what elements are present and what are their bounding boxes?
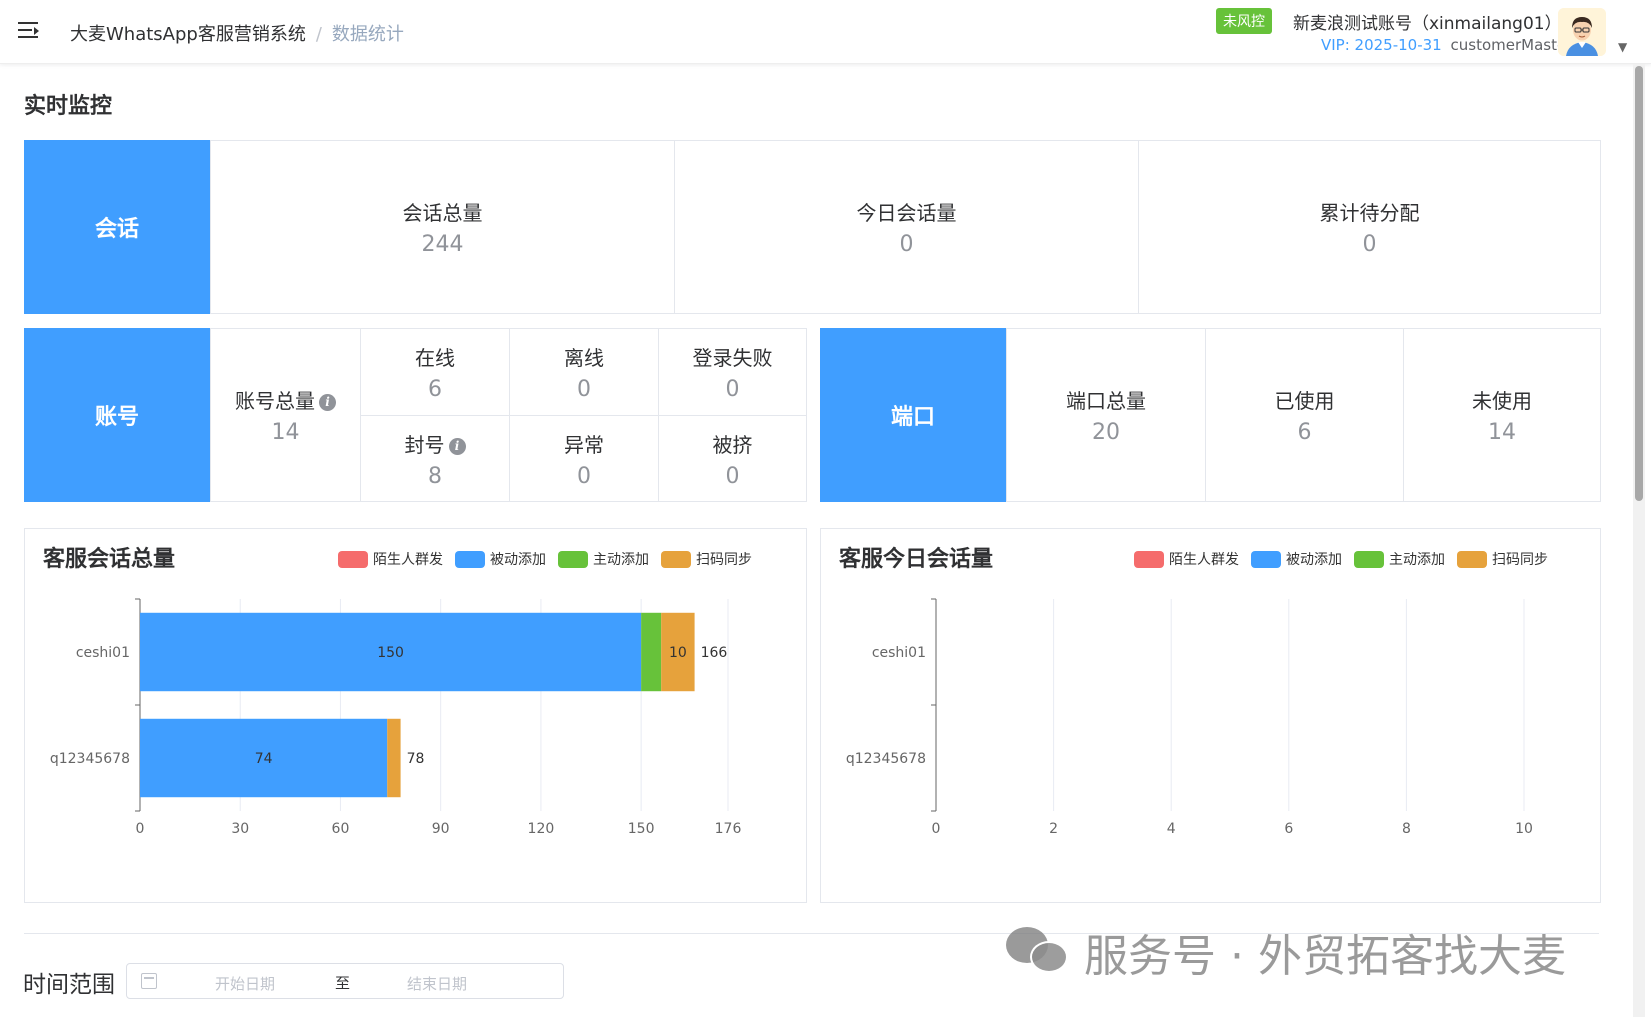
info-icon[interactable]: i	[319, 394, 336, 411]
dropdown-caret-icon[interactable]: ▼	[1618, 40, 1627, 54]
account-offline-label: 离线	[564, 346, 604, 370]
session-header-tile: 会话	[24, 140, 210, 314]
end-date-input[interactable]: 结束日期	[407, 973, 467, 994]
port-used-value: 6	[1297, 420, 1312, 445]
section-title: 实时监控	[24, 94, 113, 119]
y-tick-label: ceshi01	[872, 645, 926, 661]
session-pending-value: 0	[1362, 232, 1377, 257]
x-tick-label: 8	[1402, 821, 1411, 837]
scrollbar[interactable]	[1633, 64, 1645, 1017]
avatar[interactable]	[1558, 8, 1606, 56]
account-total-label: 账号总量	[235, 389, 315, 413]
account-online-label: 在线	[415, 346, 455, 370]
account-kicked-card: 被挤 0	[658, 415, 807, 502]
scrollbar-thumb[interactable]	[1635, 66, 1643, 501]
session-today-value: 0	[899, 232, 914, 257]
port-used-label: 已使用	[1274, 389, 1335, 413]
x-tick-label: 30	[231, 821, 249, 837]
port-total-label: 端口总量	[1066, 389, 1146, 413]
port-unused-label: 未使用	[1472, 389, 1532, 413]
account-login-fail-value: 0	[725, 377, 740, 402]
session-today-label: 今日会话量	[856, 201, 957, 225]
account-kicked-value: 0	[725, 463, 740, 489]
account-abnormal-label: 异常	[564, 432, 604, 457]
bar-total-label: 166	[701, 645, 728, 661]
top-header: 大麦WhatsApp客服营销系统 / 数据统计 未风控 新麦浪测试账号（xinmai…	[0, 0, 1651, 64]
menu-toggle-icon[interactable]	[18, 20, 40, 40]
x-tick-label: 176	[715, 821, 742, 837]
x-tick-label: 0	[932, 821, 941, 837]
port-used-card: 已使用 6	[1205, 328, 1404, 502]
x-tick-label: 6	[1284, 821, 1293, 837]
breadcrumb-current: 数据统计	[331, 24, 404, 45]
account-header-tile: 账号	[24, 328, 210, 502]
y-tick-label: ceshi01	[76, 645, 130, 661]
account-banned-label-row: 封号 i	[405, 429, 466, 458]
watermark: 服务号 · 外贸拓客找大麦	[1006, 920, 1566, 984]
chart-plot-total: 0 30 60 90 120 150 176 ceshi01 150 10 166 q12345678…	[50, 598, 742, 837]
session-pending-card: 累计待分配 0	[1138, 140, 1601, 314]
port-header-tile: 端口	[820, 328, 1006, 502]
account-online-value: 6	[428, 377, 442, 402]
account-name: 新麦浪测试账号（xinmailang01）	[1293, 14, 1562, 34]
start-date-input[interactable]: 开始日期	[215, 973, 275, 994]
breadcrumb-separator: /	[315, 24, 322, 45]
risk-status-badge: 未风控	[1216, 8, 1272, 34]
account-offline-card: 离线 0	[509, 328, 659, 416]
account-offline-value: 0	[577, 377, 591, 402]
x-tick-label: 90	[432, 821, 450, 837]
chart-plot-today: 0 2 4 6 8 10 ceshi01 q12345678	[846, 598, 1533, 837]
bar-segment	[387, 718, 401, 798]
y-tick-label: q12345678	[846, 751, 926, 767]
session-total-value: 244	[421, 232, 464, 257]
breadcrumb-app[interactable]: 大麦WhatsApp客服营销系统	[70, 24, 306, 45]
account-total-value: 14	[271, 420, 300, 445]
session-pending-label: 累计待分配	[1319, 201, 1420, 225]
time-range-label: 时间范围	[23, 972, 115, 998]
port-total-value: 20	[1092, 420, 1120, 445]
account-login-fail-card: 登录失败 0	[658, 328, 807, 416]
calendar-icon	[141, 973, 157, 989]
bar-total-label: 78	[407, 751, 425, 767]
x-tick-label: 60	[332, 821, 350, 837]
date-range-picker[interactable]: 开始日期 至 结束日期	[126, 963, 564, 999]
info-icon[interactable]: i	[448, 437, 466, 455]
account-abnormal-value: 0	[577, 463, 591, 489]
date-range-separator: 至	[335, 974, 351, 992]
account-login-fail-label: 登录失败	[692, 346, 773, 370]
port-unused-card: 未使用 14	[1403, 328, 1601, 502]
session-total-card: 会话总量 244	[210, 140, 675, 314]
wechat-icon	[1006, 927, 1070, 977]
chart-panel-total: 客服会话总量 陌生人群发 被动添加 主动添加 扫码同步 0 30 60 90 120 15…	[24, 528, 807, 903]
port-total-card: 端口总量 20	[1006, 328, 1206, 502]
x-tick-label: 120	[528, 821, 555, 837]
account-banned-card: 封号 i 8	[360, 415, 510, 502]
chart-panel-today: 客服今日会话量 陌生人群发 被动添加 主动添加 扫码同步 0 2 4 6 8 10 cesh…	[820, 528, 1601, 903]
x-tick-label: 150	[628, 821, 655, 837]
account-total-card: 账号总量 i 14	[210, 328, 361, 502]
session-today-card: 今日会话量 0	[674, 140, 1139, 314]
x-tick-label: 0	[136, 821, 145, 837]
x-tick-label: 10	[1515, 821, 1533, 837]
account-kicked-label: 被挤	[712, 432, 753, 457]
watermark-text: 服务号 · 外贸拓客找大麦	[1084, 931, 1566, 982]
account-abnormal-card: 异常 0	[509, 415, 659, 502]
account-online-card: 在线 6	[360, 328, 510, 416]
bar-data-label: 150	[377, 645, 404, 661]
account-banned-value: 8	[428, 463, 442, 489]
y-tick-label: q12345678	[50, 751, 130, 767]
vip-expiry: VIP: 2025-10-31	[1321, 36, 1442, 54]
account-role: customerMaster	[1450, 36, 1573, 54]
breadcrumb: 大麦WhatsApp客服营销系统 / 数据统计	[70, 20, 404, 46]
session-total-label: 会话总量	[402, 201, 483, 225]
port-unused-value: 14	[1488, 420, 1516, 445]
account-total-label-row: 账号总量 i	[235, 385, 336, 414]
bar-data-label: 74	[255, 751, 273, 767]
account-banned-label: 封号	[404, 432, 445, 457]
x-tick-label: 4	[1167, 821, 1176, 837]
bar-data-label: 10	[669, 645, 687, 661]
x-tick-label: 2	[1049, 821, 1058, 837]
account-vip: VIP: 2025-10-31 customerMaster	[1321, 36, 1572, 54]
bar-segment	[641, 612, 662, 692]
